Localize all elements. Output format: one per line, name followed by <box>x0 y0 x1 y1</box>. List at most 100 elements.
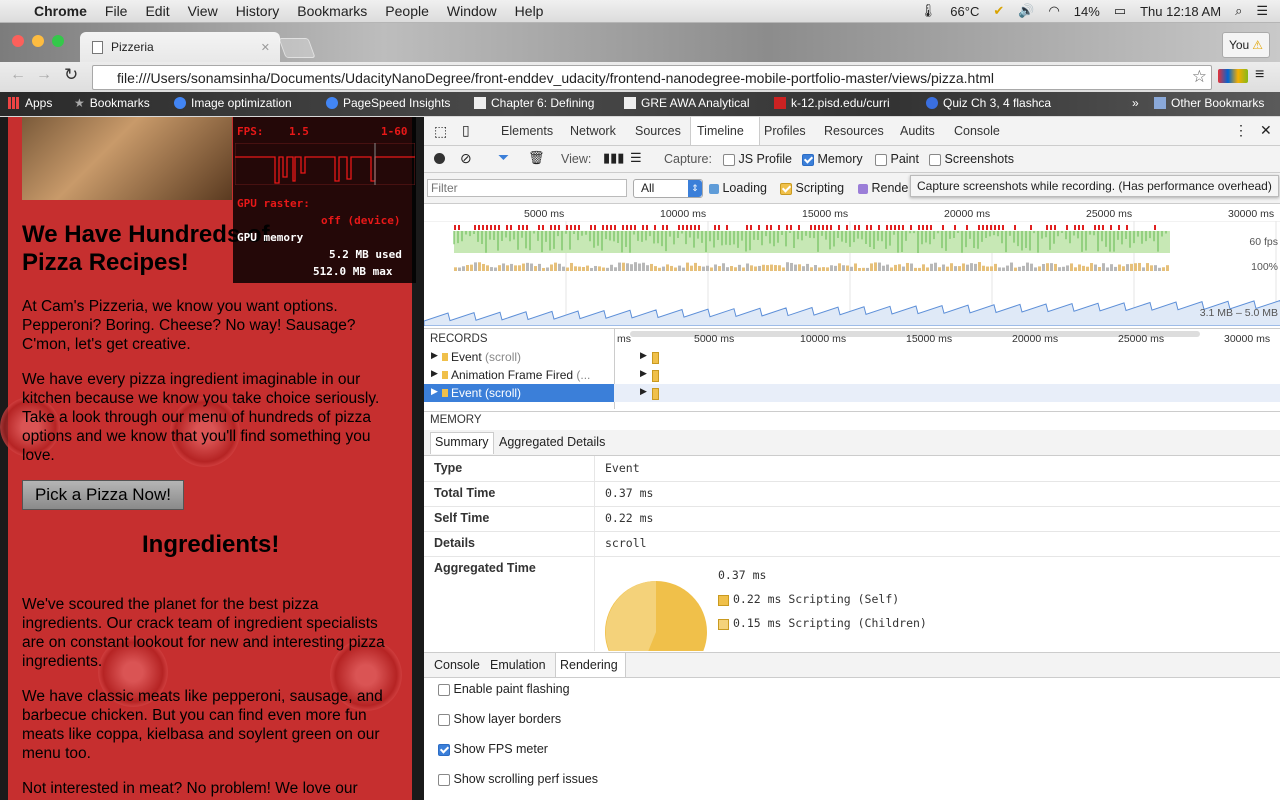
zoom-window-button[interactable] <box>52 35 64 47</box>
paragraph-scoured: We've scoured the planet for the best pi… <box>22 596 385 670</box>
category-scripting[interactable]: Scripting <box>780 181 844 195</box>
tab-elements[interactable]: Elements <box>501 124 553 138</box>
tab-console[interactable]: Console <box>954 124 1000 138</box>
filter-icon[interactable]: ⏷ <box>498 149 509 166</box>
summary-value: 0.22 ms <box>605 511 654 525</box>
tab-sources[interactable]: Sources <box>635 124 681 138</box>
more-options-icon[interactable]: ⋮ <box>1234 122 1248 139</box>
expand-triangle-icon[interactable]: ▶ <box>431 368 438 379</box>
flame-view-icon[interactable]: ☰ <box>630 150 642 166</box>
menu-view[interactable]: View <box>188 3 218 19</box>
spotlight-icon[interactable]: ⌕ <box>1235 3 1242 19</box>
record-label: Animation Frame Fired (... <box>451 368 591 382</box>
clear-icon[interactable]: ⊘ <box>460 150 472 167</box>
menu-app-name[interactable]: Chrome <box>34 3 87 19</box>
bar-view-icon[interactable]: ▮▮▮ <box>603 150 624 166</box>
tab-profiles[interactable]: Profiles <box>764 124 806 138</box>
star-icon[interactable]: ☆ <box>1192 67 1207 87</box>
gpu-raster-label: GPU raster: <box>237 197 310 210</box>
tab-summary[interactable]: Summary <box>435 435 488 449</box>
tab-audits[interactable]: Audits <box>900 124 935 138</box>
close-devtools-icon[interactable]: ✕ <box>1260 122 1272 139</box>
wifi-icon[interactable]: ◠ <box>1048 3 1059 19</box>
drawer-tab-rendering[interactable]: Rendering <box>560 658 618 672</box>
bookmark-label: Image optimization <box>191 96 292 110</box>
bookmark-chapter6[interactable]: Chapter 6: Defining <box>474 96 594 110</box>
chevron-down-icon: ⇕ <box>688 180 702 197</box>
devtools-tabbar: ⬚ ▯ Elements Network Sources Timeline Pr… <box>424 117 1280 146</box>
fps-meter-overlay: FPS: 1.5 1-60 GPU raster: off (device) G… <box>233 117 416 283</box>
bookmark-quiz[interactable]: Quiz Ch 3, 4 flashca <box>926 96 1051 110</box>
record-button[interactable] <box>434 153 445 164</box>
bookmark-bookmarks[interactable]: ★ Bookmarks <box>74 96 150 110</box>
bookmark-label: Quiz Ch 3, 4 flashca <box>943 96 1052 110</box>
show-layer-borders-option[interactable]: Show layer borders <box>438 712 561 726</box>
bookmarks-overflow[interactable]: » <box>1132 96 1139 110</box>
menu-history[interactable]: History <box>236 3 280 19</box>
address-bar[interactable]: file:///Users/sonamsinha/Documents/Udaci… <box>92 65 1212 90</box>
new-tab-button[interactable] <box>278 38 316 58</box>
bookmark-image-optimization[interactable]: Image optimization <box>174 96 292 110</box>
extension-icon[interactable] <box>1218 69 1248 83</box>
reload-icon[interactable]: ↻ <box>64 65 78 85</box>
clock-text[interactable]: Thu 12:18 AM <box>1140 4 1221 19</box>
battery-icon[interactable]: ▭ <box>1114 3 1126 19</box>
bookmark-other[interactable]: Other Bookmarks <box>1154 96 1264 110</box>
timeline-overview[interactable]: 5000 ms 10000 ms 15000 ms 20000 ms 25000… <box>424 204 1280 329</box>
tab-timeline[interactable]: Timeline <box>697 124 744 138</box>
menu-bookmarks[interactable]: Bookmarks <box>297 3 367 19</box>
expand-triangle-icon[interactable]: ▶ <box>431 386 438 397</box>
thermometer-icon[interactable]: 🌡 <box>920 3 937 19</box>
show-fps-meter-option[interactable]: Show FPS meter <box>438 742 548 756</box>
scripting-swatch <box>442 389 448 397</box>
record-row[interactable]: ▶ Event (scroll) ▶ <box>424 348 1280 366</box>
minimize-window-button[interactable] <box>32 35 44 47</box>
screenshots-option[interactable]: Screenshots <box>929 152 1014 166</box>
bookmark-pagespeed[interactable]: PageSpeed Insights <box>326 96 450 110</box>
menu-icon[interactable]: ≡ <box>1255 66 1264 84</box>
close-window-button[interactable] <box>12 35 24 47</box>
category-rendering[interactable]: Rende <box>858 181 908 195</box>
menu-window[interactable]: Window <box>447 3 497 19</box>
record-row[interactable]: ▶ Animation Frame Fired (... ▶ <box>424 366 1280 384</box>
menu-file[interactable]: File <box>105 3 128 19</box>
close-tab-icon[interactable]: ✕ <box>261 41 270 54</box>
tab-network[interactable]: Network <box>570 124 616 138</box>
overview-graphs <box>424 221 1280 326</box>
browser-tab[interactable]: Pizzeria ✕ <box>80 32 280 62</box>
menu-help[interactable]: Help <box>515 3 544 19</box>
tab-aggregated-details[interactable]: Aggregated Details <box>499 435 605 449</box>
trash-icon[interactable]: 🗑 <box>528 150 545 166</box>
drawer-tab-console[interactable]: Console <box>434 658 480 672</box>
bookmark-apps[interactable]: Apps <box>8 96 52 110</box>
sound-icon[interactable]: 🔊 <box>1018 3 1034 19</box>
battery-text[interactable]: 14% <box>1074 4 1100 19</box>
memory-option[interactable]: Memory <box>802 152 863 166</box>
js-profile-option[interactable]: JS Profile <box>723 152 792 166</box>
profile-name: You <box>1228 38 1250 52</box>
pick-pizza-button[interactable]: Pick a Pizza Now! <box>22 480 184 510</box>
timeline-toolbar: ⊘ ⏷ 🗑 View: ▮▮▮ ☰ Capture: JS Profile Me… <box>424 146 1280 173</box>
profile-button[interactable]: You ⚠ <box>1222 32 1270 58</box>
back-icon[interactable]: ← <box>10 66 26 84</box>
record-row-selected[interactable]: ▶ Event (scroll) ▶ <box>424 384 1280 402</box>
device-mode-icon[interactable]: ▯ <box>462 122 470 139</box>
expand-triangle-icon[interactable]: ▶ <box>431 350 438 361</box>
enable-paint-flashing-option[interactable]: Enable paint flashing <box>438 682 570 696</box>
drawer-tab-emulation[interactable]: Emulation <box>490 658 546 672</box>
forward-icon[interactable]: → <box>36 66 52 84</box>
category-loading[interactable]: Loading <box>709 181 767 195</box>
bookmark-gre[interactable]: GRE AWA Analytical <box>624 96 750 110</box>
menu-edit[interactable]: Edit <box>145 3 169 19</box>
show-scrolling-perf-issues-option[interactable]: Show scrolling perf issues <box>438 772 598 786</box>
notification-center-icon[interactable]: ☰ <box>1256 3 1268 19</box>
inspect-icon[interactable]: ⬚ <box>434 123 447 140</box>
filter-input[interactable] <box>427 179 627 197</box>
menu-people[interactable]: People <box>385 3 429 19</box>
paint-option[interactable]: Paint <box>875 152 919 166</box>
filter-select[interactable]: All ⇕ <box>633 179 703 198</box>
check-icon[interactable]: ✔ <box>993 3 1004 19</box>
bookmark-k12[interactable]: k-12.pisd.edu/curri <box>774 96 890 110</box>
gpu-memory-max: 512.0 MB max <box>313 265 393 278</box>
tab-resources[interactable]: Resources <box>824 124 884 138</box>
